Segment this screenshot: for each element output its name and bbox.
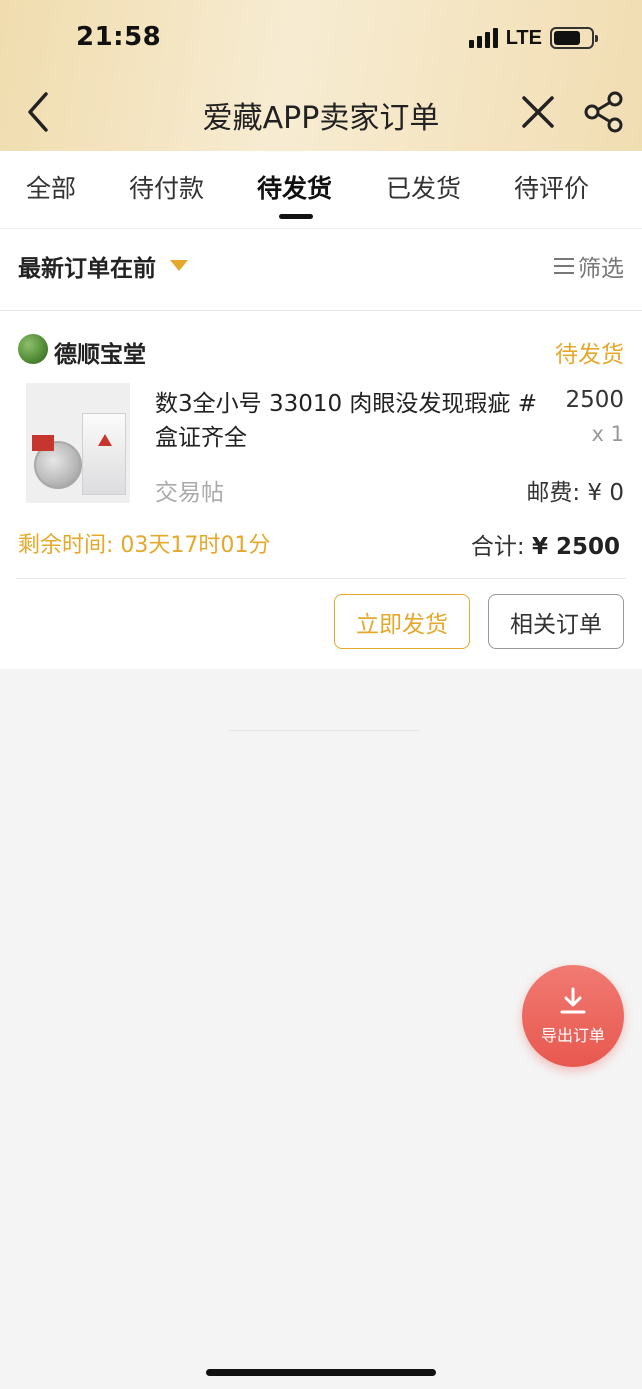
shop-name[interactable]: 德顺宝堂 xyxy=(54,335,146,369)
share-icon[interactable] xyxy=(582,90,626,134)
total-value: ¥ 2500 xyxy=(531,534,620,560)
tab-shipped[interactable]: 已发货 xyxy=(386,169,461,205)
battery-icon xyxy=(550,27,598,49)
shop-avatar[interactable] xyxy=(18,334,48,364)
header: 21:58 LTE 爱藏APP卖家订单 xyxy=(0,0,642,151)
network-type: LTE xyxy=(505,26,542,49)
home-indicator[interactable] xyxy=(206,1369,436,1376)
divider xyxy=(16,578,626,579)
remaining-time: 剩余时间: 03天17时01分 xyxy=(18,533,271,558)
tab-pending-payment[interactable]: 待付款 xyxy=(129,169,204,205)
ship-now-button[interactable]: 立即发货 xyxy=(334,594,470,649)
close-icon[interactable] xyxy=(518,92,558,132)
filter-label: 筛选 xyxy=(578,256,624,282)
tab-pending-review[interactable]: 待评价 xyxy=(514,169,589,205)
total-label: 合计: xyxy=(470,534,532,560)
order-category: 交易帖 xyxy=(155,480,224,506)
sort-dropdown[interactable]: 最新订单在前 xyxy=(18,249,156,283)
signal-icon xyxy=(468,28,498,48)
product-price: 2500 xyxy=(565,387,624,413)
tab-all[interactable]: 全部 xyxy=(26,169,76,205)
coin-label xyxy=(32,435,54,451)
order-total: 合计: ¥ 2500 xyxy=(471,527,620,561)
product-title[interactable]: 数3全小号 33010 肉眼没发现瑕疵 #盒证齐全 xyxy=(155,387,545,455)
sort-bar: 最新订单在前 筛选 xyxy=(0,229,642,311)
related-orders-button[interactable]: 相关订单 xyxy=(488,594,624,649)
product-quantity: x 1 xyxy=(591,422,624,446)
certificate-box xyxy=(82,413,126,495)
caret-down-icon[interactable] xyxy=(170,260,188,271)
export-orders-label: 导出订单 xyxy=(540,1026,605,1045)
export-orders-button[interactable]: 导出订单 xyxy=(522,965,624,1067)
tab-pending-shipment[interactable]: 待发货 xyxy=(257,169,332,205)
list-icon xyxy=(554,257,574,275)
status-indicators: LTE xyxy=(468,26,598,50)
order-tabs: 全部 待付款 待发货 已发货 待评价 xyxy=(0,151,642,229)
order-status: 待发货 xyxy=(555,342,624,368)
active-tab-indicator xyxy=(279,214,313,219)
order-card[interactable]: 德顺宝堂 待发货 数3全小号 33010 肉眼没发现瑕疵 #盒证齐全 2500 … xyxy=(0,311,642,669)
shipping-fee: 邮费: ¥ 0 xyxy=(526,480,624,506)
list-end-divider xyxy=(228,730,420,731)
status-time: 21:58 xyxy=(76,22,162,52)
product-image[interactable] xyxy=(26,383,130,503)
filter-button[interactable]: 筛选 xyxy=(554,249,624,283)
download-icon xyxy=(560,987,586,1015)
